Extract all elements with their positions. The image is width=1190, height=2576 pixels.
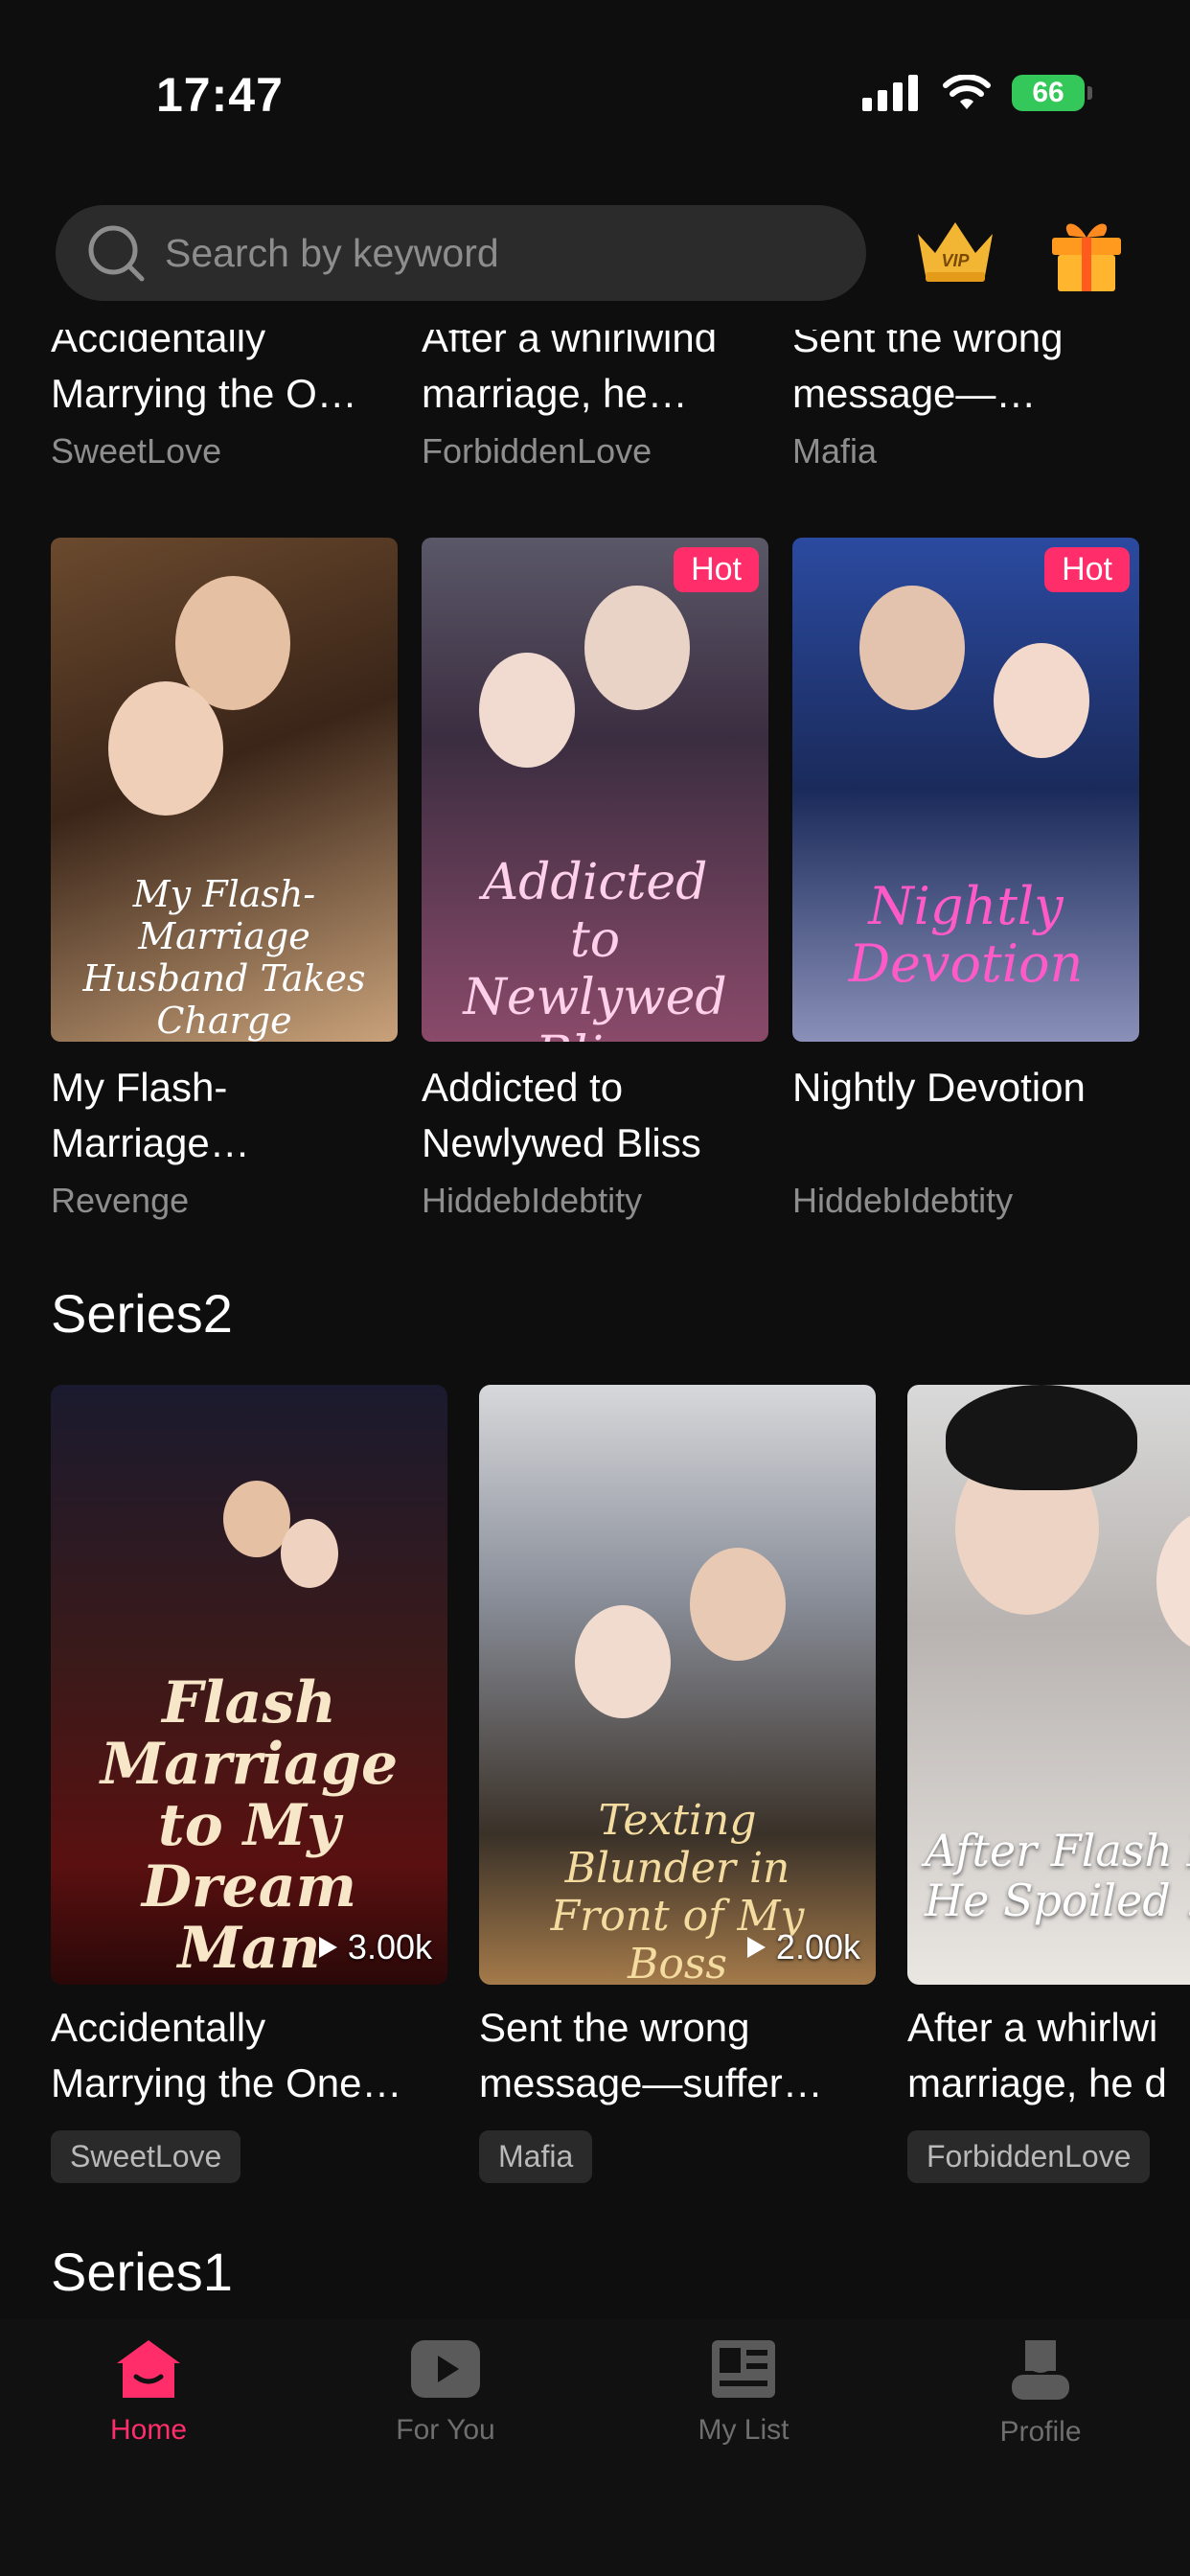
home-icon: [117, 2340, 180, 2398]
grid-item[interactable]: Sent the wrong message—… Mafia: [792, 330, 1139, 472]
nav-label: My List: [698, 2414, 790, 2446]
profile-icon: [1012, 2340, 1069, 2400]
series-card-title-line2: marriage, he d: [907, 2060, 1167, 2105]
nav-my-list[interactable]: My List: [648, 2338, 839, 2447]
play-icon: [411, 2340, 480, 2398]
grid-item-tag: ForbiddenLove: [422, 431, 652, 471]
nav-profile[interactable]: Profile: [945, 2338, 1136, 2449]
series-card[interactable]: After Flash Ma… He Spoiled … After a whi…: [907, 1385, 1190, 2183]
grid-item-tag: SweetLove: [51, 431, 222, 471]
poster-title: After Flash Ma… He Spoiled …: [925, 1825, 1190, 1926]
series-card-title-line1: Sent the wrong: [479, 2005, 750, 2050]
poster-flash-marriage-husband[interactable]: My Flash-Marriage Husband Takes Charge: [51, 538, 398, 1042]
nav-label: For You: [396, 2414, 495, 2446]
series-card-title-line1: Accidentally: [51, 2005, 266, 2050]
series-card[interactable]: Texting Blunder in Front of My Boss 2.00…: [479, 1385, 876, 2183]
hot-badge: Hot: [674, 547, 759, 592]
grid-item-text[interactable]: Nightly Devotion HiddebIdebtity: [792, 1060, 1139, 1221]
nav-for-you[interactable]: For You: [350, 2338, 541, 2447]
grid-item-text[interactable]: My Flash-Marriage… Revenge: [51, 1060, 398, 1221]
series-poster[interactable]: After Flash Ma… He Spoiled …: [907, 1385, 1190, 1985]
series-card-title-line2: message—suffer…: [479, 2060, 823, 2105]
wifi-icon: [943, 75, 991, 109]
grid-item-title: Sent the wrong message—…: [792, 330, 1064, 416]
series-card-title-line1: After a whirlwi: [907, 2005, 1158, 2050]
nav-label: Profile: [999, 2416, 1082, 2448]
genre-chip[interactable]: SweetLove: [51, 2130, 241, 2183]
grid-item[interactable]: Accidentally Marrying the O… SweetLove: [51, 330, 398, 472]
poster-title: My Flash-Marriage Husband Takes Charge: [82, 873, 366, 1042]
grid-item[interactable]: After a whirlwind marriage, he… Forbidde…: [422, 330, 768, 472]
series-card-title-line2: Marrying the One…: [51, 2060, 402, 2105]
grid-item-title: Nightly Devotion: [792, 1065, 1086, 1110]
status-time: 17:47: [156, 68, 284, 122]
status-icons: 66: [862, 75, 1092, 111]
grid-item-title: Addicted to Newlywed Bliss: [422, 1065, 701, 1165]
series-poster[interactable]: Texting Blunder in Front of My Boss 2.00…: [479, 1385, 876, 1985]
list-icon: [712, 2340, 775, 2398]
genre-chip[interactable]: ForbiddenLove: [907, 2130, 1151, 2183]
poster-title: Addicted to Newlywed Bliss: [463, 854, 727, 1042]
svg-text:VIP: VIP: [941, 251, 970, 270]
search-placeholder: Search by keyword: [165, 230, 499, 275]
grid-item-tag: Mafia: [792, 431, 878, 471]
play-count: 3.00k: [317, 1927, 432, 1967]
section-title-series1: Series1: [51, 2242, 233, 2302]
hot-badge: Hot: [1044, 547, 1130, 592]
play-count: 2.00k: [745, 1927, 860, 1967]
nav-home[interactable]: Home: [53, 2338, 244, 2447]
battery-indicator: 66: [1012, 75, 1092, 111]
signal-icon: [862, 75, 918, 111]
gift-icon[interactable]: [1048, 213, 1125, 293]
play-icon: [746, 1937, 766, 1958]
grid-item-title: Accidentally Marrying the O…: [51, 330, 357, 416]
grid-item-title: After a whirlwind marriage, he…: [422, 330, 718, 416]
top-grid: Accidentally Marrying the O… SweetLove A…: [0, 330, 1190, 1240]
vip-crown-icon[interactable]: VIP: [912, 213, 998, 289]
grid-item-tag: HiddebIdebtity: [422, 1181, 643, 1220]
search-input[interactable]: Search by keyword: [56, 205, 866, 301]
grid-item-tag: HiddebIdebtity: [792, 1181, 1014, 1220]
grid-item-text[interactable]: Addicted to Newlywed Bliss HiddebIdebtit…: [422, 1060, 768, 1221]
grid-item-title: My Flash-Marriage…: [51, 1065, 250, 1165]
series-poster[interactable]: Flash Marriage to My Dream Man 3.00k: [51, 1385, 447, 1985]
bottom-nav: Home For You My List Profile: [0, 2319, 1190, 2576]
series-card[interactable]: Flash Marriage to My Dream Man 3.00k Acc…: [51, 1385, 447, 2183]
poster-nightly-devotion[interactable]: Nightly Devotion Hot: [792, 538, 1139, 1042]
section-title-series2: Series2: [51, 1283, 233, 1344]
nav-label: Home: [109, 2414, 188, 2446]
poster-addicted-newlywed[interactable]: Addicted to Newlywed Bliss Hot: [422, 538, 768, 1042]
search-icon: [88, 225, 145, 282]
poster-title: Nightly Devotion: [848, 876, 1084, 994]
grid-item-tag: Revenge: [51, 1181, 190, 1220]
play-icon: [318, 1937, 337, 1958]
genre-chip[interactable]: Mafia: [479, 2130, 593, 2183]
